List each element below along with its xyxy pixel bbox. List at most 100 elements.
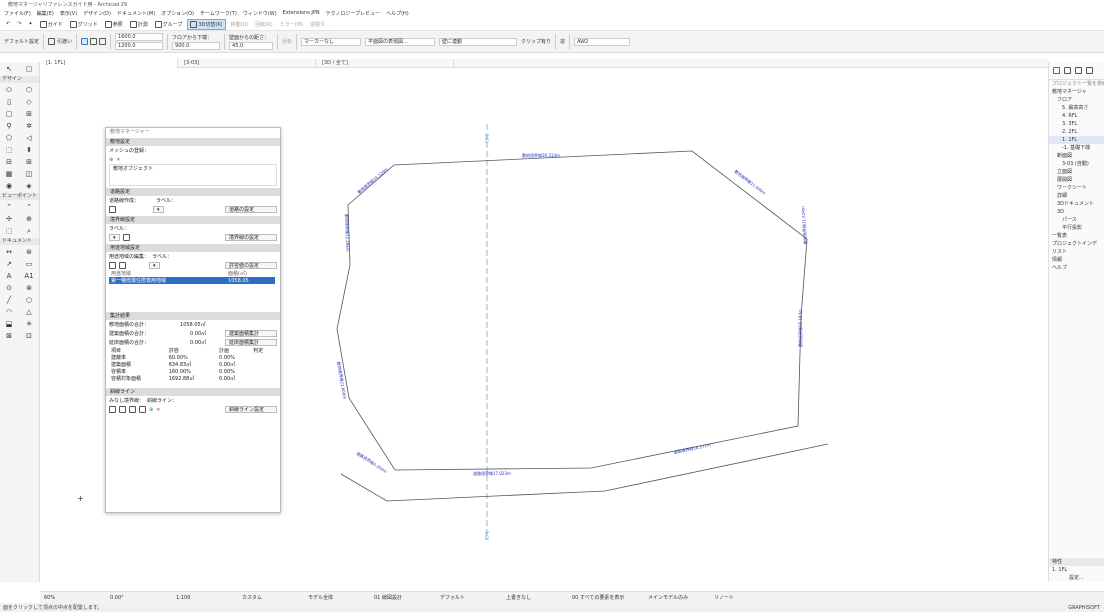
status-item[interactable]: メインモデルのみ	[648, 594, 708, 601]
navigator-item[interactable]: 5. 最高高さ	[1049, 104, 1104, 112]
document-tool-15-icon[interactable]: ⊡	[24, 331, 34, 341]
design-tool-11-icon[interactable]: ⬍	[24, 145, 34, 155]
layout-book-icon[interactable]	[1075, 67, 1082, 74]
status-item[interactable]: 上書きなし	[506, 594, 566, 601]
navigator-item[interactable]: 詳細	[1049, 192, 1104, 200]
document-tool-7-icon[interactable]: ⊗	[24, 283, 34, 293]
reveal-field[interactable]: 45.0	[229, 41, 274, 50]
slant-line-icon[interactable]	[139, 406, 146, 413]
document-tool-6-icon[interactable]: ⊙	[4, 283, 14, 293]
menu-extensions[interactable]: Extensions JPN	[283, 10, 320, 16]
status-item[interactable]: 60%	[44, 595, 104, 601]
document-tool-12-icon[interactable]: ⬓	[4, 319, 14, 329]
navigator-item[interactable]: 1. 1FL	[1049, 136, 1104, 144]
navigator-item[interactable]: ヘルプ	[1049, 264, 1104, 272]
menu-document[interactable]: ドキュメント(M)	[117, 10, 155, 17]
document-tool-13-icon[interactable]: ✳	[24, 319, 34, 329]
recall-button[interactable]: 逆順ダ...	[308, 20, 332, 29]
glass-select[interactable]: 窓	[560, 38, 565, 45]
document-tool-4-icon[interactable]: A	[4, 271, 14, 281]
design-tool-9-icon[interactable]: ◁	[24, 133, 34, 143]
status-item[interactable]: モデル全体	[308, 594, 368, 601]
floor-area-button[interactable]: 延床面積集計	[225, 339, 277, 346]
navigator-item[interactable]: 3-03 (自動)	[1049, 160, 1104, 168]
status-item[interactable]: 0.00°	[110, 595, 170, 601]
delete-icon[interactable]: ✕	[116, 157, 120, 163]
road-create-icon[interactable]	[109, 206, 116, 213]
status-item[interactable]: 1:100	[176, 595, 236, 601]
document-tool-14-icon[interactable]: ⊠	[4, 331, 14, 341]
boundary-settings-button[interactable]: 境界線の設定	[225, 234, 277, 241]
document-tool-5-icon[interactable]: A1	[24, 271, 34, 281]
grid-button[interactable]: グリッド	[68, 20, 100, 29]
guide-button[interactable]: ガイド	[38, 20, 65, 29]
move-button[interactable]: 移動(D)	[229, 20, 251, 29]
menu-help[interactable]: ヘルプ(H)	[386, 10, 409, 17]
navigator-item[interactable]: フロア	[1049, 96, 1104, 104]
clip-select[interactable]: クリップ有り	[521, 38, 551, 45]
aw-select[interactable]: AW2	[574, 37, 631, 46]
reference-button[interactable]: 参照	[103, 20, 125, 29]
navigator-search[interactable]: プロジェクト一覧を検索	[1049, 80, 1104, 88]
slant-edit-icon[interactable]	[119, 406, 126, 413]
navigator-item[interactable]: 敷地マネージャ	[1049, 88, 1104, 96]
slant-frame-icon[interactable]	[129, 406, 136, 413]
navigator-item[interactable]: 断面図	[1049, 152, 1104, 160]
boundary-person-icon[interactable]	[122, 234, 130, 241]
navigator-item[interactable]: ワークシート	[1049, 184, 1104, 192]
zone-edit-icon[interactable]	[119, 262, 126, 269]
document-tool-3-icon[interactable]: ▭	[24, 259, 34, 269]
site-object-list[interactable]: 敷地オブジェクト	[109, 164, 277, 186]
navigator-item[interactable]: 3D	[1049, 208, 1104, 216]
design-tool-2-icon[interactable]: ▯	[4, 97, 14, 107]
navigator-item[interactable]: 立面図	[1049, 168, 1104, 176]
height-field[interactable]: 1200.0	[115, 42, 164, 50]
status-item[interactable]: 01 線図設計	[374, 594, 434, 601]
default-settings[interactable]: デフォルト設定	[4, 38, 39, 45]
navigator-item[interactable]: 3. 3FL	[1049, 120, 1104, 128]
properties-header[interactable]: 特性	[1049, 558, 1104, 566]
draw-method[interactable]: 引渡い	[48, 38, 72, 45]
toolbox-section-document[interactable]: ドキュメント	[0, 238, 39, 245]
plane-select[interactable]: 平面図の表現図...	[365, 37, 436, 46]
geometry-skewed-icon[interactable]	[99, 38, 107, 45]
viewpoint-tool-4-icon[interactable]: ⬚	[4, 226, 14, 236]
menu-teamwork[interactable]: チームワーク(T)	[200, 10, 237, 17]
section-road-settings[interactable]: 道路設定	[106, 188, 280, 196]
menu-design[interactable]: デザイン(D)	[83, 10, 111, 17]
measure-button[interactable]: 計測	[128, 20, 150, 29]
navigator-item[interactable]: 3Dドキュメント	[1049, 200, 1104, 208]
document-tool-8-icon[interactable]: ╱	[4, 295, 14, 305]
section-boundary-settings[interactable]: 境界線設定	[106, 216, 280, 224]
slant-delete-icon[interactable]: ✕	[156, 407, 160, 413]
status-item[interactable]: リノート	[714, 594, 774, 601]
viewpoint-tool-1-icon[interactable]: ⌃	[24, 202, 34, 212]
navigator-item[interactable]: 2. 2FL	[1049, 128, 1104, 136]
publisher-icon[interactable]	[1086, 67, 1093, 74]
viewpoint-tool-3-icon[interactable]: ⊕	[24, 214, 34, 224]
menu-window[interactable]: ウィンドウ(W)	[243, 10, 277, 17]
reverse-button[interactable]: 反転	[282, 38, 292, 45]
add-icon[interactable]: ⊕	[109, 157, 113, 163]
navigator-item[interactable]: 4. RFL	[1049, 112, 1104, 120]
road-line[interactable]	[340, 443, 829, 502]
design-tool-8-icon[interactable]: ⬠	[4, 133, 14, 143]
view-map-icon[interactable]	[1064, 67, 1071, 74]
design-tool-6-icon[interactable]: ⚲	[4, 121, 14, 131]
mirror-button[interactable]: ミラー(M)	[278, 20, 305, 29]
group-button[interactable]: グループ	[153, 20, 185, 29]
document-tool-10-icon[interactable]: ◠	[4, 307, 14, 317]
marquee-tool-icon[interactable]: ▢	[24, 64, 34, 74]
view-mode-button[interactable]: 3D切替(K)	[187, 18, 226, 30]
viewpoint-tool-0-icon[interactable]: ⌃	[4, 202, 14, 212]
road-settings-button[interactable]: 道路の設定	[225, 206, 277, 213]
navigator-item[interactable]: 一覧表	[1049, 232, 1104, 240]
design-tool-5-icon[interactable]: ⊞	[24, 109, 34, 119]
design-tool-1-icon[interactable]: ⬡	[24, 85, 34, 95]
viewpoint-tool-2-icon[interactable]: ✢	[4, 214, 14, 224]
table-row[interactable]: 第一種低層住居専用地域 1058.05	[109, 277, 275, 284]
site-boundary[interactable]	[336, 150, 808, 471]
marker-select[interactable]: マーカーなし	[301, 37, 362, 46]
document-tool-0-icon[interactable]: ↔	[4, 247, 14, 257]
width-field[interactable]: 1600.0	[115, 33, 164, 41]
